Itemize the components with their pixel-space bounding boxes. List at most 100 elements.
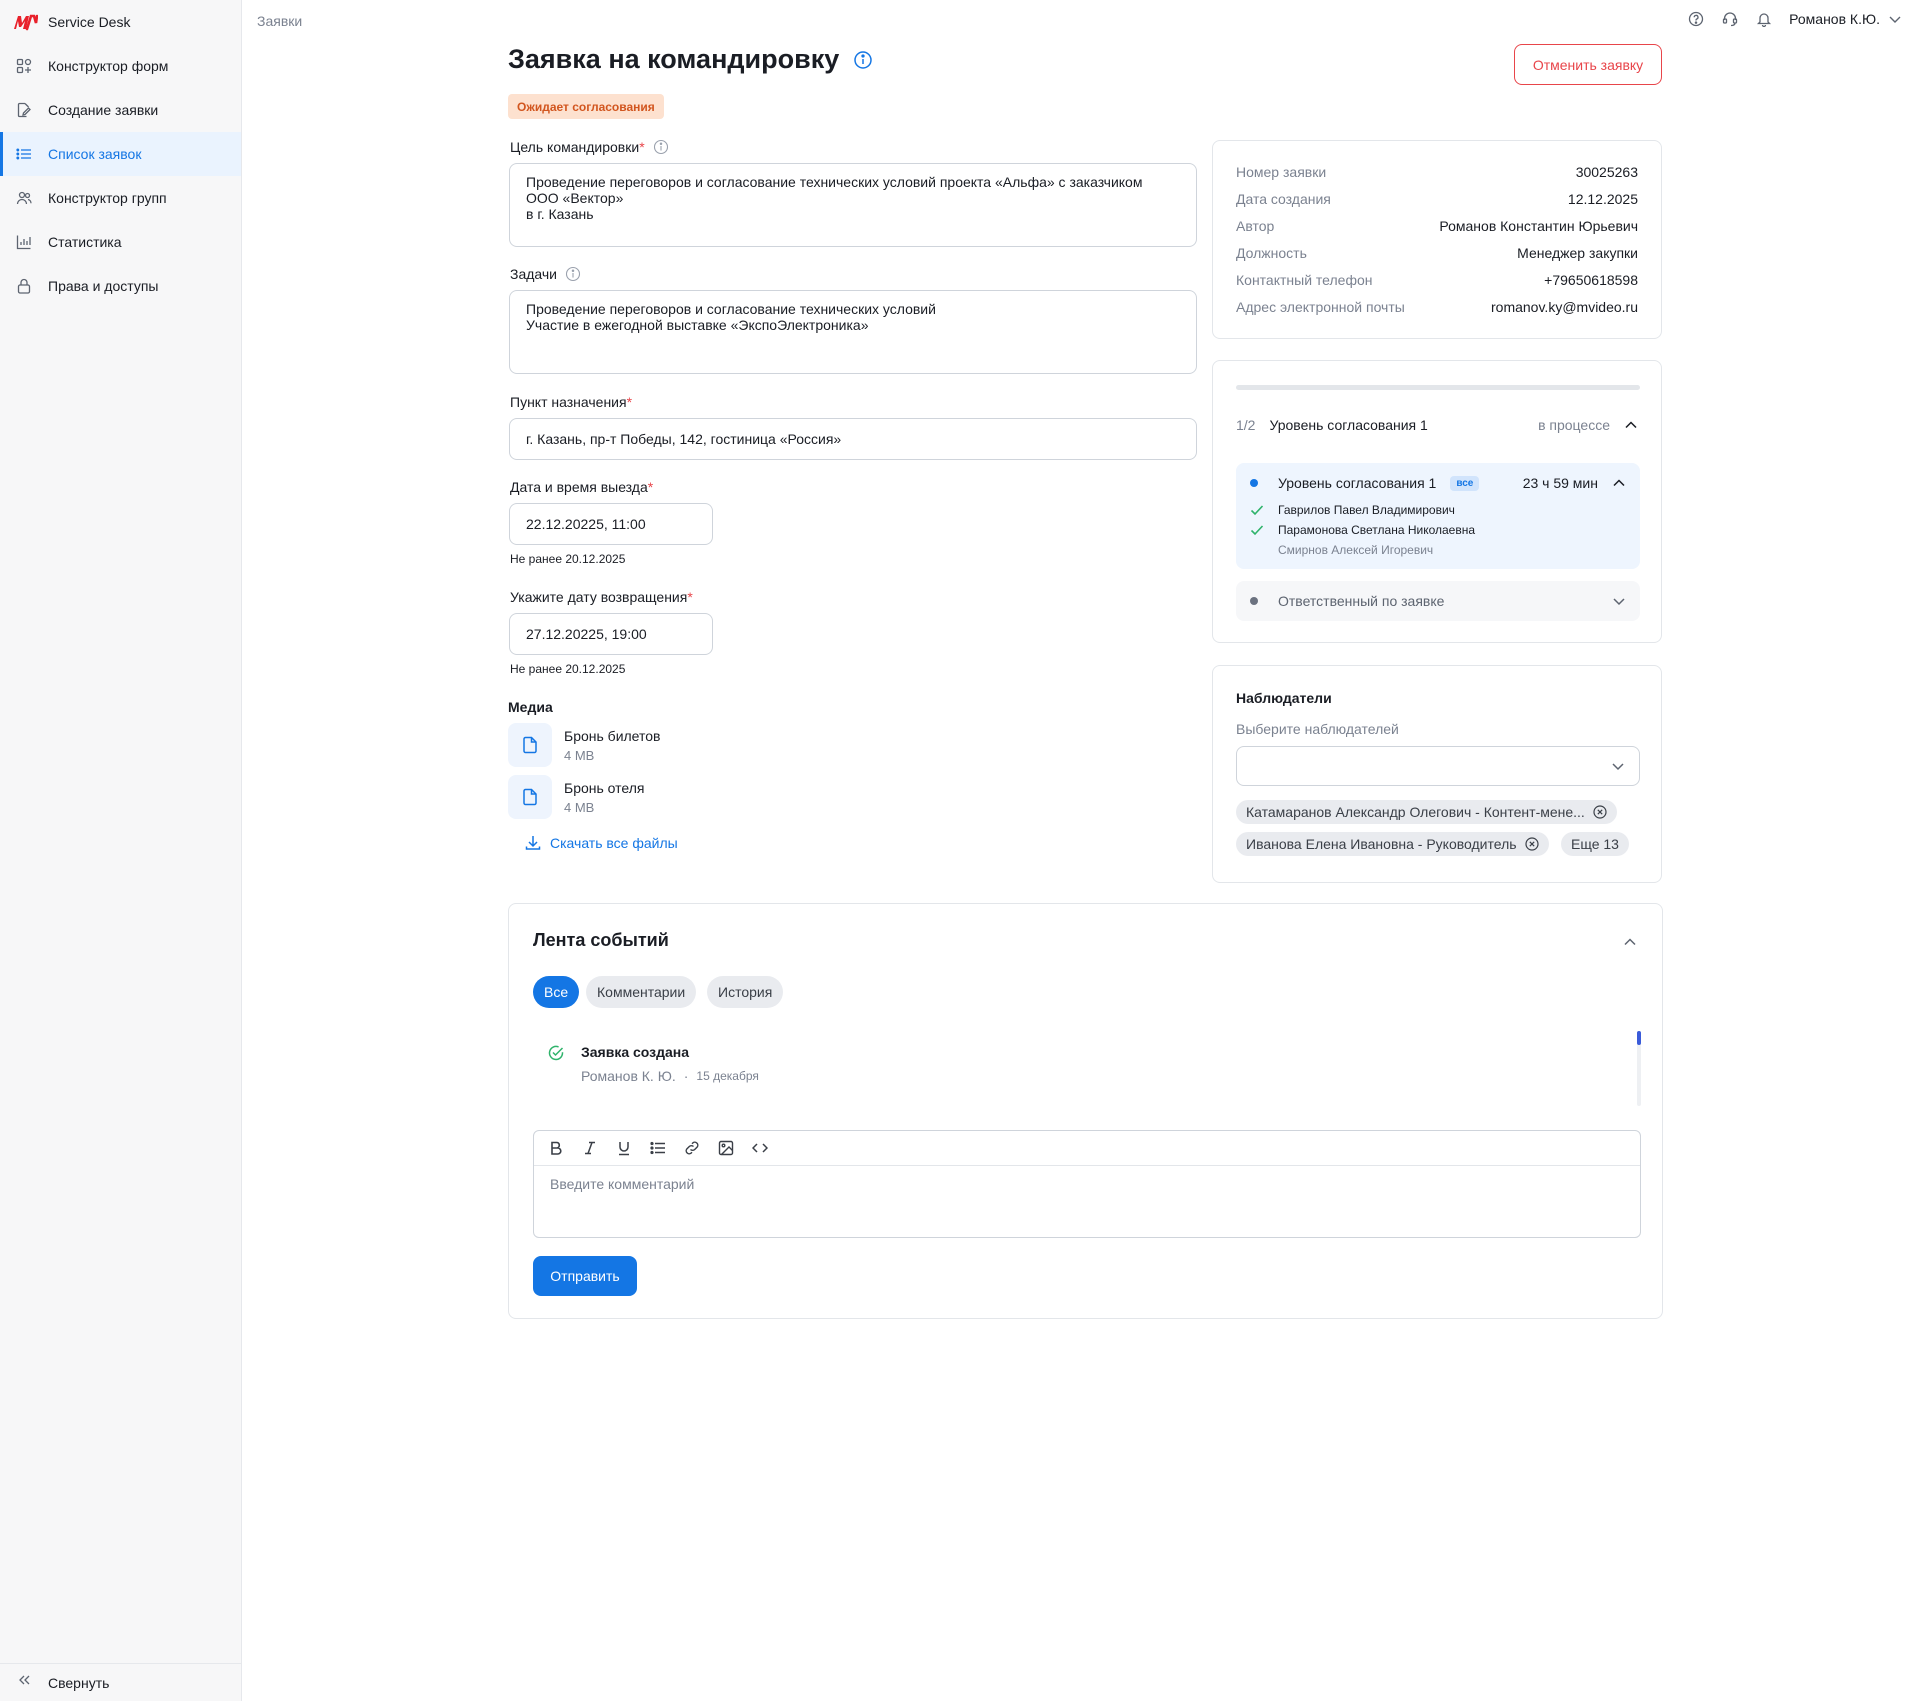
hint-icon[interactable]: [653, 139, 669, 155]
link-icon[interactable]: [682, 1138, 702, 1158]
double-chevron-left-icon: [16, 1672, 32, 1693]
bullet-list-icon[interactable]: [648, 1138, 668, 1158]
hint-icon[interactable]: [565, 266, 581, 282]
approval-state: в процессе: [1538, 417, 1610, 433]
detail-value: 30025263: [1575, 164, 1638, 180]
departure-datetime-field[interactable]: 22.12.20225, 11:00: [509, 503, 713, 545]
help-icon[interactable]: [1687, 10, 1705, 28]
pending-dot-icon: [1250, 597, 1258, 605]
time-left: 23 ч 59 мин: [1522, 475, 1598, 491]
destination-label: Пункт назначения *: [510, 394, 632, 410]
download-icon: [525, 836, 541, 850]
chevron-up-icon[interactable]: [1612, 476, 1626, 490]
detail-key: Контактный телефон: [1236, 272, 1373, 288]
detail-value: Менеджер закупки: [1517, 245, 1638, 261]
detail-row: Контактный телефон +79650618598: [1236, 272, 1638, 288]
file-item[interactable]: Бронь билетов 4 MB: [508, 723, 660, 767]
chevron-down-icon: [1613, 598, 1625, 606]
approval-mode-tag: все: [1450, 475, 1480, 491]
tasks-label-text: Задачи: [510, 266, 558, 282]
departure-hint: Не ранее 20.12.2025: [510, 552, 626, 566]
send-button[interactable]: Отправить: [533, 1256, 637, 1296]
approver-name: Парамонова Светлана Николаевна: [1278, 523, 1476, 537]
departure-label-text: Дата и время выезда: [510, 479, 648, 495]
return-label: Укажите дату возвращения *: [510, 589, 693, 605]
required-mark: *: [687, 589, 693, 605]
approval-stage-header[interactable]: 1/2 Уровень согласования 1 в процессе: [1236, 417, 1638, 433]
tasks-label: Задачи: [510, 266, 581, 282]
file-size: 4 MB: [564, 799, 595, 815]
observers-card: Наблюдатели Выберите наблюдателей Катама…: [1212, 665, 1662, 883]
underline-icon[interactable]: [614, 1138, 634, 1158]
approval-stage-title: Уровень согласования 1: [1269, 417, 1428, 433]
bell-icon[interactable]: [1755, 10, 1773, 28]
feed-scrollbar-thumb[interactable]: [1637, 1031, 1641, 1045]
sidebar-item-label: Создание заявки: [48, 102, 159, 118]
detail-key: Должность: [1236, 245, 1307, 261]
file-name: Бронь билетов: [564, 727, 661, 744]
responsible-label: Ответственный по заявке: [1278, 593, 1445, 609]
chevron-up-icon[interactable]: [1622, 934, 1638, 950]
file-item[interactable]: Бронь отеля 4 MB: [508, 775, 644, 819]
responsible-row[interactable]: Ответственный по заявке: [1236, 581, 1640, 621]
page-title: Заявка на командировку: [508, 44, 873, 75]
brand[interactable]: Service Desk: [0, 0, 241, 44]
approval-progress-bar: [1236, 385, 1640, 390]
sidebar-item-create-request[interactable]: Создание заявки: [0, 88, 241, 132]
user-menu[interactable]: Романов К.Ю.: [1789, 11, 1902, 27]
detail-key: Номер заявки: [1236, 164, 1327, 180]
breadcrumb[interactable]: Заявки: [257, 13, 302, 29]
sidebar-item-form-builder[interactable]: Конструктор форм: [0, 44, 241, 88]
remove-circle-icon[interactable]: [1593, 805, 1607, 819]
sidebar-item-permissions[interactable]: Права и доступы: [0, 264, 241, 308]
observers-select-label: Выберите наблюдателей: [1236, 721, 1399, 737]
sidebar-item-group-builder[interactable]: Конструктор групп: [0, 176, 241, 220]
purpose-field[interactable]: Проведение переговоров и согласование те…: [509, 163, 1197, 247]
sidebar-item-label: Конструктор групп: [48, 190, 167, 206]
event-author: Романов К. Ю.: [581, 1068, 676, 1084]
tab-comments[interactable]: Комментарии: [586, 976, 697, 1008]
cancel-request-button[interactable]: Отменить заявку: [1514, 44, 1662, 85]
event-title: Заявка создана: [581, 1044, 690, 1060]
tab-all[interactable]: Все: [533, 976, 580, 1008]
check-icon: [1250, 525, 1264, 536]
status-badge: Ожидает согласования: [508, 94, 664, 119]
chart-icon: [16, 234, 32, 250]
detail-row: Адрес электронной почты romanov.ky@mvideo…: [1236, 299, 1638, 315]
destination-label-text: Пункт назначения: [510, 394, 627, 410]
observers-select[interactable]: [1236, 746, 1640, 786]
chevron-down-icon: [1889, 16, 1901, 23]
bold-icon[interactable]: [546, 1138, 566, 1158]
tab-history[interactable]: История: [707, 976, 784, 1008]
collapse-sidebar-button[interactable]: Свернуть: [0, 1663, 241, 1701]
code-icon[interactable]: [750, 1138, 770, 1158]
approver-name: Гаврилов Павел Владимирович: [1278, 503, 1455, 517]
required-mark: *: [639, 139, 645, 155]
italic-icon[interactable]: [580, 1138, 600, 1158]
sidebar-item-statistics[interactable]: Статистика: [0, 220, 241, 264]
event-date: 15 декабря: [696, 1069, 759, 1083]
tasks-field[interactable]: Проведение переговоров и согласование те…: [509, 290, 1197, 374]
comment-input[interactable]: Введите комментарий: [534, 1166, 1640, 1202]
remove-circle-icon[interactable]: [1524, 837, 1539, 851]
image-icon[interactable]: [716, 1138, 736, 1158]
file-name: Бронь отеля: [564, 779, 645, 796]
user-name: Романов К.Ю.: [1789, 11, 1880, 27]
approval-level-panel: Уровень согласования 1 все 23 ч 59 мин Г…: [1236, 463, 1640, 569]
chevron-up-icon[interactable]: [1624, 418, 1638, 432]
approval-level-header[interactable]: Уровень согласования 1 все 23 ч 59 мин: [1250, 475, 1626, 491]
destination-field[interactable]: г. Казань, пр-т Победы, 142, гостиница «…: [509, 418, 1197, 460]
return-datetime-field[interactable]: 27.12.20225, 19:00: [509, 613, 713, 655]
more-observers-chip[interactable]: Еще 13: [1561, 832, 1629, 856]
return-hint: Не ранее 20.12.2025: [510, 662, 626, 676]
support-headset-icon[interactable]: [1721, 10, 1739, 28]
file-icon: [508, 723, 552, 767]
sidebar-item-request-list[interactable]: Список заявок: [0, 132, 241, 176]
approval-fraction: 1/2: [1236, 417, 1256, 433]
download-all-link[interactable]: Скачать все файлы: [524, 834, 678, 852]
check-icon: [1250, 505, 1264, 516]
info-icon[interactable]: [853, 50, 873, 70]
approver-name: Смирнов Алексей Игоревич: [1278, 543, 1434, 557]
approver-item: Парамонова Светлана Николаевна: [1250, 523, 1475, 537]
separator-dot: ·: [683, 1068, 689, 1084]
